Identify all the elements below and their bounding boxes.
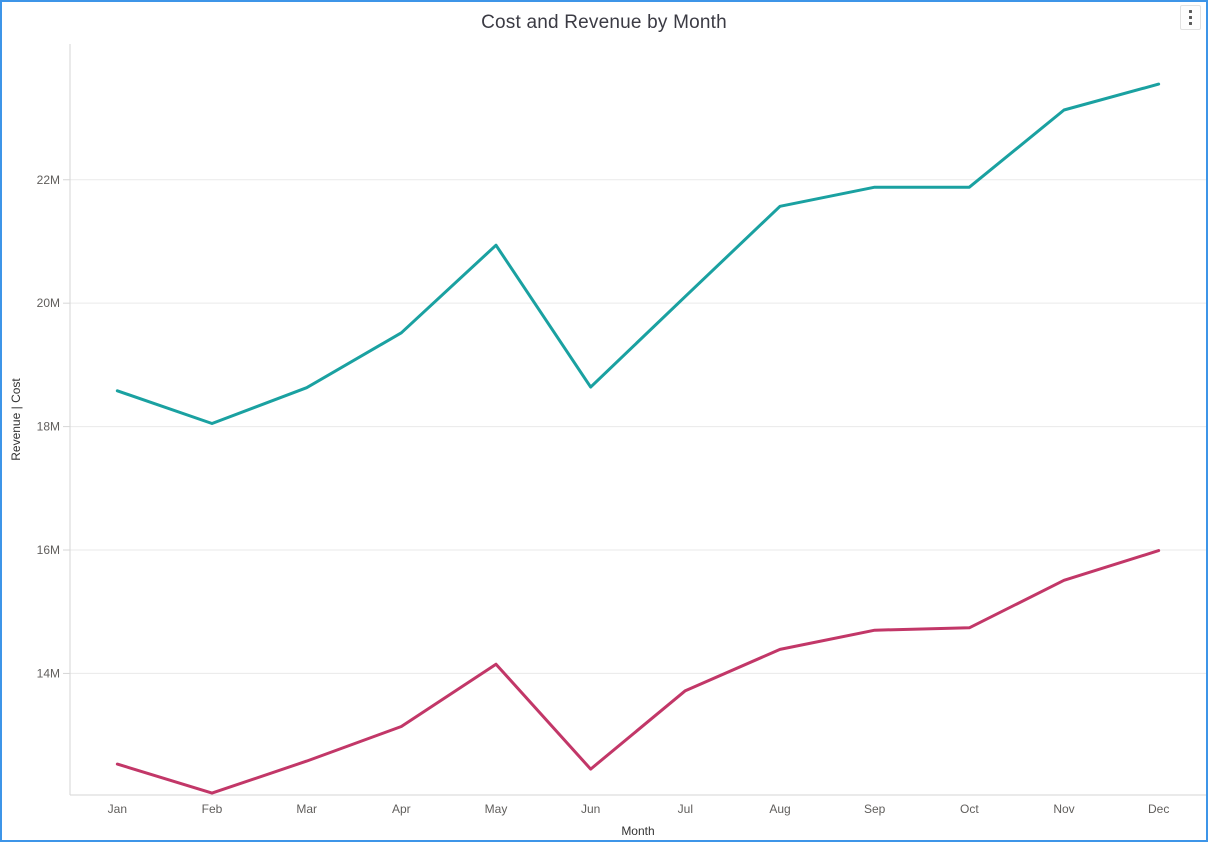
cost-line[interactable]: [115, 549, 1161, 795]
chart-plot-area[interactable]: 14M 16M 18M 20M 22M Jan Feb Mar Apr May Jun Jul Aug S…: [2, 2, 1208, 842]
x-tick-label: Sep: [864, 802, 886, 816]
y-tick-label: 16M: [37, 543, 60, 557]
x-tick-label: Feb: [202, 802, 223, 816]
x-tick-label: Mar: [296, 802, 317, 816]
x-tick-label: Dec: [1148, 802, 1169, 816]
x-tick-label: Nov: [1053, 802, 1074, 816]
x-tick-label: Apr: [392, 802, 411, 816]
line-chart-visual: Cost and Revenue by Month 14M 16M 18M 20M 22…: [0, 0, 1208, 842]
x-tick-label: Oct: [960, 802, 979, 816]
x-tick-label: Aug: [769, 802, 790, 816]
y-axis-title: Revenue | Cost: [9, 378, 23, 461]
revenue-line[interactable]: [115, 82, 1161, 425]
y-tick-label: 22M: [37, 173, 60, 187]
x-axis-title: Month: [621, 824, 654, 838]
x-tick-label: Jun: [581, 802, 600, 816]
x-tick-label: Jul: [678, 802, 693, 816]
y-tick-label: 20M: [37, 296, 60, 310]
x-tick-label: Jan: [108, 802, 127, 816]
x-tick-label: May: [485, 802, 508, 816]
y-tick-label: 14M: [37, 666, 60, 680]
y-tick-label: 18M: [37, 420, 60, 434]
